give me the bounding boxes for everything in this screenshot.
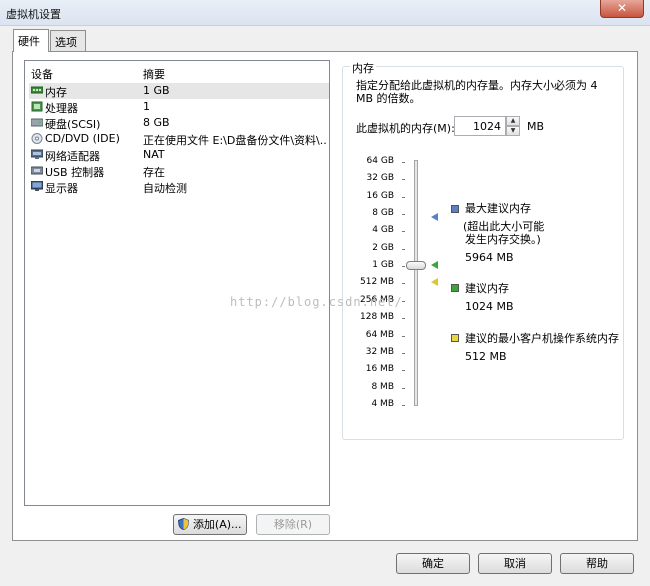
device-summary: 存在 [143, 166, 165, 179]
window-title: 虚拟机设置 [6, 8, 61, 21]
scale-label: 16 MB [365, 364, 394, 375]
processor-icon [31, 101, 43, 112]
recommended-legend-title: 建议内存 [465, 282, 509, 295]
scale-label: 32 MB [365, 346, 394, 357]
scale-tick [402, 352, 405, 354]
scale-tick [402, 283, 405, 285]
recommended-legend-value: 1024 MB [465, 300, 514, 313]
device-summary: NAT [143, 148, 165, 161]
monitor-icon [31, 181, 43, 191]
scale-label: 8 MB [371, 381, 394, 392]
help-button[interactable]: 帮助 [560, 553, 634, 574]
min-legend-value: 512 MB [465, 350, 507, 363]
scale-label: 32 GB [366, 173, 394, 184]
scale-label: 4 MB [371, 398, 394, 409]
device-name: CD/DVD (IDE) [45, 132, 120, 145]
device-row-usb[interactable]: USB 控制器 存在 [29, 163, 329, 179]
device-row-harddisk[interactable]: 硬盘(SCSI) 8 GB [29, 115, 329, 131]
dialog-button-bar [0, 543, 650, 586]
device-name: 硬盘(SCSI) [45, 118, 101, 131]
max-legend-value: 5964 MB [465, 251, 514, 264]
device-summary: 8 GB [143, 116, 170, 129]
scale-tick [402, 370, 405, 372]
scale-label: 128 MB [360, 312, 394, 323]
device-row-network[interactable]: 网络适配器 NAT [29, 147, 329, 163]
device-row-monitor[interactable]: 显示器 自动检测 [29, 179, 329, 195]
recommended-marker [431, 261, 438, 269]
scale-label: 8 GB [372, 208, 394, 219]
min-legend-swatch [451, 334, 459, 342]
cdrom-icon [31, 133, 43, 144]
recommended-legend-swatch [451, 284, 459, 292]
shield-icon [178, 517, 190, 531]
scale-tick [402, 162, 405, 163]
add-button-label: 添加(A)... [192, 518, 242, 531]
memory-input-label: 此虚拟机的内存(M): [356, 122, 455, 135]
device-row-cdrom[interactable]: CD/DVD (IDE) 正在使用文件 E:\D盘备份文件\资料\... [29, 131, 329, 147]
scale-label: 512 MB [360, 277, 394, 288]
scale-tick [402, 335, 405, 337]
harddisk-icon [31, 118, 43, 127]
cancel-button[interactable]: 取消 [478, 553, 552, 574]
scale-label: 64 GB [366, 156, 394, 166]
max-legend-swatch [451, 205, 459, 213]
scale-label: 4 GB [372, 225, 394, 236]
device-summary: 正在使用文件 E:\D盘备份文件\资料\... [143, 134, 327, 147]
tab-options[interactable]: 选项 [50, 30, 86, 51]
column-header-device[interactable]: 设备 [31, 66, 53, 82]
device-name: 网络适配器 [45, 150, 100, 163]
network-adapter-icon [31, 149, 43, 159]
memory-icon [31, 86, 43, 94]
device-summary: 自动检测 [143, 182, 187, 195]
scale-tick [402, 196, 405, 198]
usb-icon [31, 166, 43, 175]
ok-button[interactable]: 确定 [396, 553, 470, 574]
scale-tick [402, 231, 405, 233]
scale-tick [402, 387, 405, 389]
scale-tick [402, 318, 405, 320]
max-legend-note-1: (超出此大小可能 [463, 220, 545, 233]
watermark-text: http://blog.csdn.net/ [230, 295, 403, 309]
scale-tick [402, 214, 405, 216]
device-list[interactable]: 设备 摘要 内存 1 GB 处理器 1 硬盘(SCSI) 8 GB CD/DVD… [24, 60, 330, 506]
memory-slider-thumb[interactable] [406, 261, 426, 270]
device-row-memory[interactable]: 内存 1 GB [29, 83, 329, 99]
memory-spin-up[interactable]: ▲ [506, 116, 520, 126]
memory-size-input[interactable] [454, 116, 506, 136]
scale-tick [402, 404, 405, 406]
device-summary: 1 [143, 100, 150, 113]
max-legend-title: 最大建议内存 [465, 202, 531, 215]
add-device-button[interactable]: 添加(A)... [173, 514, 247, 535]
memory-description: 指定分配给此虚拟机的内存量。内存大小必须为 4 MB 的倍数。 [356, 79, 598, 105]
device-name: 处理器 [45, 102, 78, 115]
title-bar: 虚拟机设置 ✕ [0, 0, 650, 26]
scale-tick [402, 248, 405, 250]
min-legend-title: 建议的最小客户机操作系统内存 [465, 332, 619, 345]
scale-label: 16 GB [366, 190, 394, 201]
scale-tick [402, 266, 405, 268]
memory-unit: MB [527, 120, 545, 133]
tab-hardware[interactable]: 硬件 [13, 29, 49, 52]
max-legend-note-2: 发生内存交换。) [465, 233, 541, 246]
min-recommended-marker [431, 278, 438, 286]
memory-group-title: 内存 [350, 60, 376, 76]
device-name: 内存 [45, 86, 67, 99]
max-recommended-marker [431, 213, 438, 221]
device-summary: 1 GB [143, 84, 170, 97]
scale-label: 64 MB [365, 329, 394, 340]
remove-device-button[interactable]: 移除(R) [256, 514, 330, 535]
memory-slider-track[interactable] [414, 160, 418, 406]
device-name: USB 控制器 [45, 166, 105, 179]
scale-label: 1 GB [372, 260, 394, 271]
device-row-processor[interactable]: 处理器 1 [29, 99, 329, 115]
device-name: 显示器 [45, 182, 78, 195]
scale-tick [402, 179, 405, 181]
scale-label: 2 GB [372, 242, 394, 253]
memory-spin-down[interactable]: ▼ [506, 126, 520, 136]
column-header-summary[interactable]: 摘要 [143, 66, 165, 82]
close-button[interactable]: ✕ [600, 0, 644, 18]
